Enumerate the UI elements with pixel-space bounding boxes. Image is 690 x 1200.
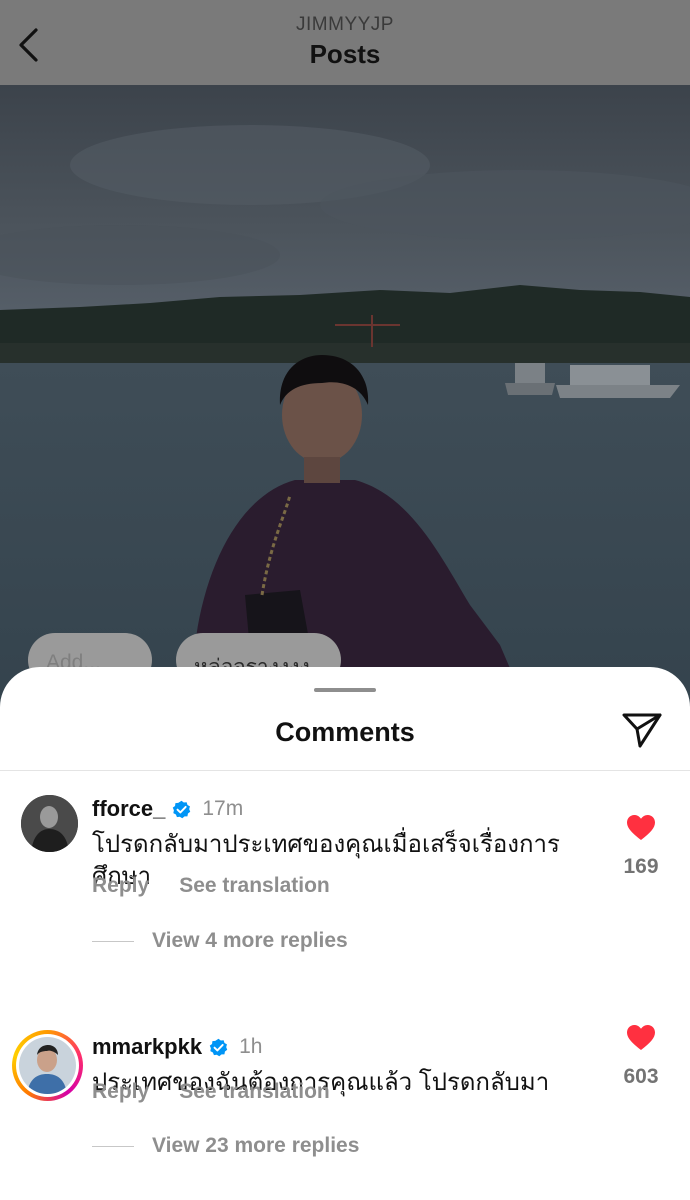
like-count: 603 bbox=[623, 1065, 659, 1088]
profile-username[interactable]: JIMMYYJP bbox=[0, 14, 690, 36]
user-photo-icon bbox=[19, 1037, 76, 1094]
user-photo-icon bbox=[21, 795, 78, 852]
top-nav-bar: JIMMYYJP Posts bbox=[0, 0, 690, 85]
comment-username[interactable]: mmarkpkk bbox=[92, 1034, 202, 1060]
comment-header: mmarkpkk 1h bbox=[92, 1032, 262, 1062]
see-translation-button[interactable]: See translation bbox=[179, 1080, 330, 1104]
view-replies-button[interactable]: View 23 more replies bbox=[92, 1134, 359, 1158]
verified-badge-icon bbox=[209, 1038, 228, 1056]
heart-icon[interactable] bbox=[626, 814, 656, 841]
comment-timestamp: 17m bbox=[202, 797, 244, 820]
view-replies-label: View 23 more replies bbox=[152, 1134, 360, 1157]
like-count: 169 bbox=[623, 855, 659, 878]
post-image[interactable] bbox=[0, 85, 690, 715]
like-control: 603 bbox=[616, 1024, 666, 1089]
comment-item: mmarkpkk 1h ประเทศของฉันต้องการคุณแล้ว โ… bbox=[0, 1025, 690, 1200]
share-button[interactable] bbox=[618, 709, 666, 751]
page-title: Posts bbox=[309, 39, 381, 69]
see-translation-button[interactable]: See translation bbox=[179, 874, 330, 898]
comments-title: Comments bbox=[275, 717, 415, 747]
reply-button[interactable]: Reply bbox=[92, 1080, 149, 1104]
avatar[interactable] bbox=[21, 795, 78, 852]
comment-actions-row: Reply See translation bbox=[92, 1080, 330, 1104]
comment-header: fforce_ 17m bbox=[92, 794, 243, 824]
comments-sheet: Comments fforce_ 17m โปรดกลับมาประเทศของ… bbox=[0, 667, 690, 1200]
reply-thread-line bbox=[92, 940, 134, 942]
photo-of-person-by-lake-icon bbox=[0, 85, 690, 715]
paper-plane-icon bbox=[622, 713, 662, 748]
like-control: 169 bbox=[616, 814, 666, 879]
reply-thread-line bbox=[92, 1145, 134, 1147]
comment-timestamp: 1h bbox=[239, 1035, 263, 1058]
comment-item: fforce_ 17m โปรดกลับมาประเทศของคุณเมื่อเ… bbox=[0, 794, 690, 994]
comment-actions: Reply See translation bbox=[92, 874, 330, 898]
verified-badge-icon bbox=[173, 800, 191, 818]
view-replies-button[interactable]: View 4 more replies bbox=[92, 929, 348, 953]
view-replies-label: View 4 more replies bbox=[152, 929, 348, 952]
avatar-story-ring[interactable] bbox=[12, 1030, 83, 1101]
sheet-drag-handle[interactable] bbox=[314, 688, 376, 692]
divider bbox=[0, 770, 690, 771]
comment-username[interactable]: fforce_ bbox=[92, 796, 165, 822]
reply-button[interactable]: Reply bbox=[92, 874, 149, 898]
heart-icon[interactable] bbox=[626, 1024, 656, 1051]
